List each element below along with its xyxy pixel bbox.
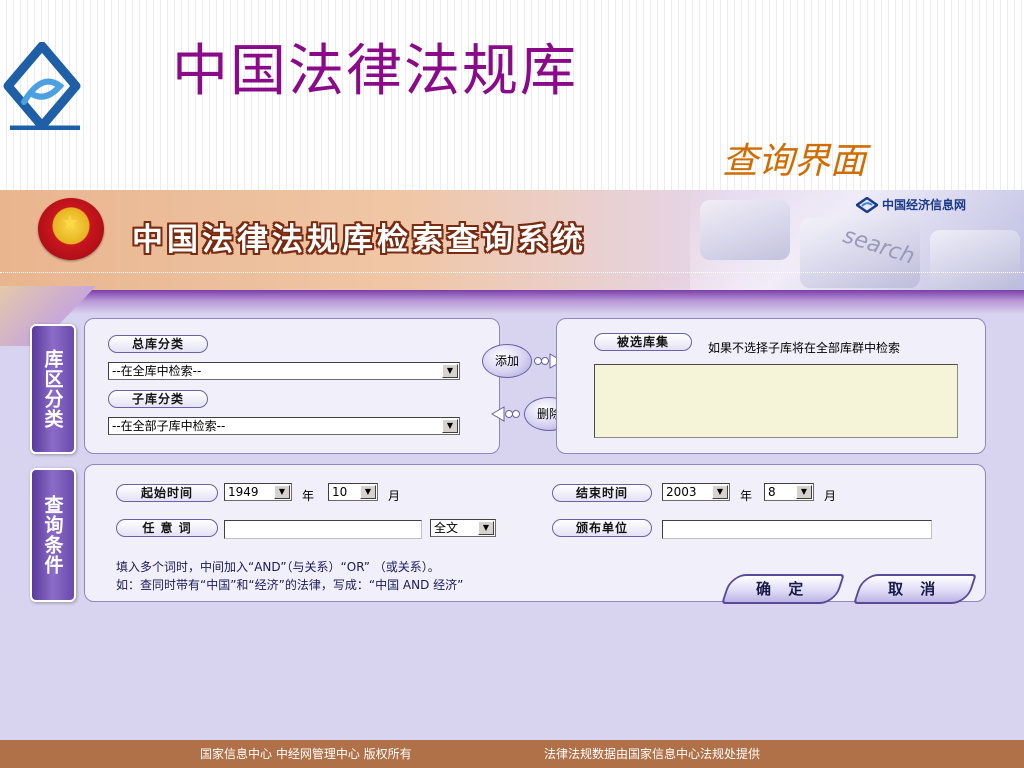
keyboard-key-decoration — [930, 230, 1020, 294]
add-button[interactable]: 添加 — [482, 344, 532, 378]
chevron-down-icon[interactable]: ▼ — [360, 485, 376, 499]
selected-library-hint: 如果不选择子库将在全部库群中检索 — [708, 341, 901, 355]
national-emblem-icon: ★ — [38, 198, 104, 260]
query-hint-line1: 填入多个词时，中间加入“AND”（与关系）“OR” （或关系）。 — [116, 560, 440, 574]
banner-divider — [0, 272, 1024, 273]
slide-header: 中国法律法规库 查询界面 — [0, 0, 1024, 190]
main-library-label: 总库分类 — [108, 335, 208, 353]
tab-library-category[interactable]: 库区分类 — [30, 324, 76, 454]
chevron-down-icon[interactable]: ▼ — [712, 485, 728, 499]
cancel-button[interactable]: 取 消 — [853, 574, 977, 604]
sub-library-select-value: --在全部子库中检索-- — [112, 419, 226, 433]
tab-query-conditions-label: 查询条件 — [41, 495, 64, 575]
main-library-select-value: --在全库中检索-- — [112, 364, 202, 378]
tab-query-conditions[interactable]: 查询条件 — [30, 468, 76, 602]
keyboard-key-decoration — [700, 200, 790, 260]
selected-library-label: 被选库集 — [594, 333, 692, 351]
slide-subtitle: 查询界面 — [722, 141, 867, 182]
end-month-select[interactable]: 8 ▼ — [764, 483, 814, 501]
partner-logo-text: 中国经济信息网 — [882, 198, 967, 212]
partner-logo[interactable]: 中国经济信息网 — [856, 196, 966, 213]
banner-band — [0, 290, 1024, 314]
end-year-unit: 年 — [740, 489, 753, 503]
end-year-select[interactable]: 2003 ▼ — [662, 483, 730, 501]
start-time-label: 起始时间 — [116, 484, 218, 502]
cancel-button-label: 取 消 — [888, 580, 942, 598]
chevron-down-icon[interactable]: ▼ — [442, 364, 458, 378]
end-month-unit: 月 — [824, 489, 837, 503]
start-year-unit: 年 — [302, 489, 315, 503]
footer: 国家信息中心 中经网管理中心 版权所有 法律法规数据由国家信息中心法规处提供 — [0, 740, 1024, 768]
footer-data-source: 法律法规数据由国家信息中心法规处提供 — [544, 747, 761, 761]
query-hint-line2: 如：查同时带有“中国”和“经济”的法律，写成：“中国 AND 经济” — [116, 578, 464, 592]
footer-copyright: 国家信息中心 中经网管理中心 版权所有 — [200, 747, 412, 761]
keyword-input[interactable] — [224, 520, 422, 539]
cei-logo-icon — [856, 196, 878, 213]
keyword-label: 任 意 词 — [116, 519, 218, 537]
end-time-label: 结束时间 — [552, 484, 652, 502]
chevron-down-icon[interactable]: ▼ — [442, 419, 458, 433]
scope-select[interactable]: 全文 ▼ — [430, 519, 496, 537]
confirm-button[interactable]: 确 定 — [721, 574, 845, 604]
issuer-input[interactable] — [662, 520, 932, 539]
start-month-value: 10 — [332, 485, 348, 499]
law-search-app: search ★ 中国法律法规库检索查询系统 中国经济信息网 库区分类 查询条件… — [0, 190, 1024, 768]
sub-library-select[interactable]: --在全部子库中检索-- ▼ — [108, 417, 460, 435]
selected-library-list[interactable] — [594, 364, 958, 438]
end-year-value: 2003 — [666, 485, 697, 499]
scope-select-value: 全文 — [434, 521, 459, 535]
blue-swirl-logo-icon — [3, 42, 81, 130]
slide-title: 中国法律法规库 — [172, 39, 578, 104]
confirm-button-label: 确 定 — [756, 580, 810, 598]
tab-library-category-label: 库区分类 — [41, 349, 64, 429]
start-year-value: 1949 — [228, 485, 259, 499]
sub-library-label: 子库分类 — [108, 390, 208, 408]
chevron-down-icon[interactable]: ▼ — [274, 485, 290, 499]
main-library-select[interactable]: --在全库中检索-- ▼ — [108, 362, 460, 380]
end-month-value: 8 — [768, 485, 776, 499]
start-month-unit: 月 — [388, 489, 401, 503]
chevron-down-icon[interactable]: ▼ — [796, 485, 812, 499]
start-year-select[interactable]: 1949 ▼ — [224, 483, 292, 501]
issuer-label: 颁布单位 — [552, 519, 652, 537]
chevron-down-icon[interactable]: ▼ — [478, 521, 494, 535]
system-title: 中国法律法规库检索查询系统 — [132, 222, 587, 258]
start-month-select[interactable]: 10 ▼ — [328, 483, 378, 501]
arrow-left-icon — [491, 406, 520, 422]
